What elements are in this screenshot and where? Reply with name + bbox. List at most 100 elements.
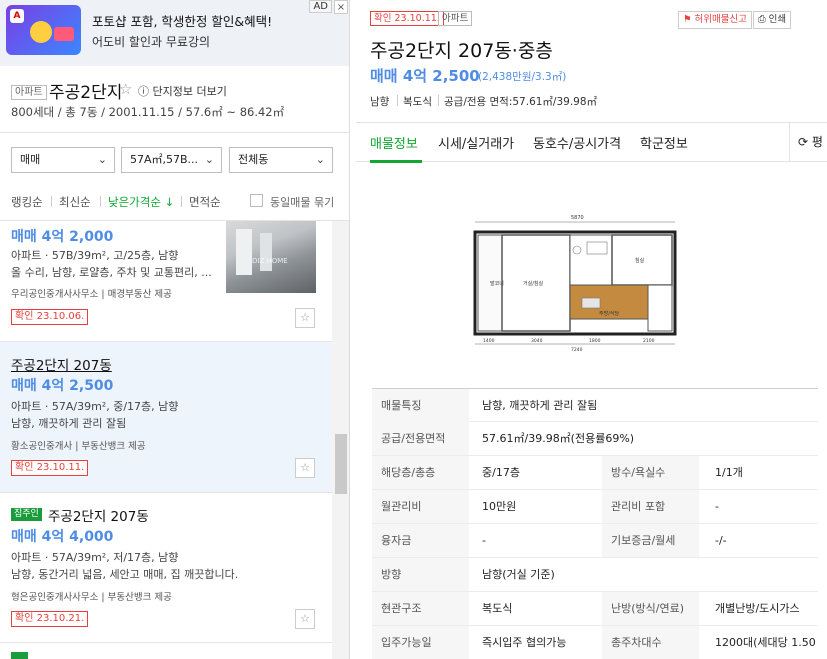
listing-spec: 아파트 · 57B/39m², 고/25층, 남향: [11, 249, 179, 262]
list-item[interactable]: 집주인 주공2단지 207동 매매 4억 4,000 아파트 · 57A/39m…: [0, 493, 332, 643]
chevron-down-icon: ⌄: [204, 153, 214, 166]
next-item-badge: [11, 652, 29, 659]
complex-more-link[interactable]: ⓘ 단지정보 더보기: [138, 83, 227, 99]
row-value: 57.61㎡/39.98㎡(전용률69%): [482, 432, 635, 445]
favorite-star-icon[interactable]: ☆: [295, 609, 315, 629]
row-value: 중/17층: [482, 466, 520, 479]
print-label: 인쇄: [768, 14, 787, 25]
listing-panel: A 포토샵 포함, 학생한정 할인&혜택! 어도비 할인과 무료강의 AD × …: [0, 0, 350, 659]
report-label: 허위매물신고: [694, 14, 747, 25]
ad-title[interactable]: 포토샵 포함, 학생한정 할인&혜택!: [92, 11, 272, 30]
report-button[interactable]: ⚑ 허위매물신고: [678, 11, 752, 29]
dim-bottom-4: 2100: [643, 338, 655, 344]
sort-latest[interactable]: 최신순: [59, 194, 91, 210]
scrollbar-thumb[interactable]: [335, 434, 347, 494]
list-item[interactable]: 주공2단지 207동 매매 4억 2,500 아파트 · 57A/39m², 중…: [0, 342, 332, 492]
label-room: 침실: [635, 257, 645, 264]
sort-ranking[interactable]: 랭킹순: [11, 194, 43, 210]
row-label-2: 총주차대수: [602, 626, 699, 659]
row-label-2: 난방(방식/연료): [602, 592, 699, 625]
complex-more-label: 단지정보 더보기: [152, 85, 227, 98]
ad-banner[interactable]: A 포토샵 포함, 학생한정 할인&혜택! 어도비 할인과 무료강의 AD ×: [0, 0, 349, 66]
divider: [0, 132, 349, 133]
row-label: 매물특징: [372, 389, 469, 422]
print-button[interactable]: ⎙ 인쇄: [753, 11, 792, 29]
listing-desc: 올 수리, 남향, 로얄층, 주차 및 교통편리, ...: [11, 266, 212, 279]
dim-total: 7240: [571, 347, 583, 352]
item-divider: [0, 642, 332, 643]
detail-direction: 남향: [370, 96, 390, 108]
sort-low-price[interactable]: 낮은가격순 ↓: [108, 194, 174, 210]
detail-area-summary: 공급/전용 면적:57.61㎡/39.98㎡: [444, 96, 598, 108]
ad-shape-circle: [30, 21, 52, 43]
detail-title: 주공2단지 207동·중층: [370, 40, 553, 62]
row-value: 즉시입주 협의가능: [482, 636, 567, 649]
listing-confirm-badge: 확인 23.10.11.: [11, 460, 89, 476]
list-item[interactable]: 매매 4억 2,000 아파트 · 57B/39m², 고/25층, 남향 올 …: [0, 221, 332, 341]
row-value: -: [482, 534, 486, 547]
list-scrollbar[interactable]: [332, 221, 349, 659]
group-same-label[interactable]: 동일매물 묶기: [270, 194, 334, 210]
sort-separator: [100, 196, 101, 207]
row-value-2: 1200대(세대당 1.50: [715, 636, 816, 649]
table-row: 매물특징 남향, 깨끗하게 관리 잘됨: [372, 388, 818, 422]
detail-structure: 복도식: [403, 96, 432, 108]
siren-icon: ⚑: [683, 14, 695, 25]
tab-price-history[interactable]: 시세/실거래가: [438, 133, 514, 152]
row-value: 복도식: [482, 602, 513, 615]
listing-spec: 아파트 · 57A/39m², 저/17층, 남향: [11, 551, 179, 564]
label-kitchen: 주방/식당: [599, 310, 619, 317]
tab-unit-price[interactable]: 동호수/공시가격: [533, 133, 621, 152]
ad-close-icon[interactable]: ×: [334, 0, 348, 14]
row-value-2: 개별난방/도시가스: [715, 602, 800, 615]
label-living: 거실/침실: [523, 280, 543, 287]
tab-more-button[interactable]: ⟳ 평: [789, 123, 827, 161]
adobe-logo-icon: A: [10, 9, 24, 23]
detail-panel: 확인 23.10.11. 아파트 ⚑ 허위매물신고 ⎙ 인쇄 주공2단지 207…: [356, 0, 827, 659]
favorite-star-icon[interactable]: ☆: [295, 308, 315, 328]
star-icon[interactable]: ☆: [119, 80, 132, 98]
tab-school[interactable]: 학군정보: [640, 133, 688, 152]
sort-separator: [181, 196, 182, 207]
detail-confirm-badge: 확인 23.10.11.: [370, 11, 444, 26]
area-value: 57A㎡,57B...: [130, 153, 199, 166]
detail-price: 매매 4억 2,500: [370, 67, 480, 85]
favorite-star-icon[interactable]: ☆: [295, 458, 315, 478]
info-separator: [397, 95, 398, 106]
ad-subtitle[interactable]: 어도비 할인과 무료강의: [92, 33, 210, 50]
owner-badge: 집주인: [11, 508, 42, 521]
print-icon: ⎙: [758, 14, 769, 25]
group-same-checkbox[interactable]: [250, 194, 263, 207]
chevron-down-icon: ⌄: [97, 153, 107, 166]
ad-tag[interactable]: AD: [309, 0, 332, 13]
listing-price: 매매 4억 2,500: [11, 378, 114, 394]
row-label-2: 관리비 포함: [602, 490, 699, 523]
sort-area[interactable]: 면적순: [189, 194, 221, 210]
listing-agent: 우리공인중개사사무소 | 매경부동산 제공: [11, 289, 172, 300]
listing-list: 매매 4억 2,000 아파트 · 57B/39m², 고/25층, 남향 올 …: [0, 221, 332, 659]
row-label: 입주가능일: [372, 626, 469, 659]
row-value-2: 1/1개: [715, 466, 743, 479]
floorplan-image[interactable]: 발코니 거실/침실 침실 주방/식당 5870 1400 3040 1800 2…: [461, 212, 715, 352]
row-label: 방향: [372, 558, 469, 591]
trade-type-select[interactable]: 매매 ⌄: [11, 147, 115, 173]
active-tab-indicator: [370, 160, 422, 163]
dong-select[interactable]: 전체동 ⌄: [229, 147, 333, 173]
area-select[interactable]: 57A㎡,57B... ⌄: [121, 147, 222, 173]
tab-listing-info[interactable]: 매물정보: [370, 133, 418, 152]
listing-confirm-badge: 확인 23.10.06.: [11, 309, 89, 325]
ad-shape-rect: [54, 27, 74, 41]
thumb-window: [236, 229, 252, 275]
listing-price: 매매 4억 4,000: [11, 529, 114, 545]
listing-agent: 황소공인중개사 | 부동산뱅크 제공: [11, 441, 146, 452]
dim-bottom-3: 1800: [589, 338, 601, 344]
price-per-area: (2,438만원/3.3㎡): [478, 71, 567, 83]
dim-bottom-2: 3040: [531, 338, 543, 344]
table-row: 방향 남향(거실 기준): [372, 558, 818, 592]
ad-image[interactable]: A: [6, 5, 81, 55]
floorplan-bath: [569, 234, 613, 286]
listing-thumbnail[interactable]: DIZ HOME: [226, 221, 316, 293]
trade-type-value: 매매: [20, 153, 41, 166]
dong-value: 전체동: [238, 153, 269, 166]
label-balcony: 발코니: [490, 280, 504, 287]
